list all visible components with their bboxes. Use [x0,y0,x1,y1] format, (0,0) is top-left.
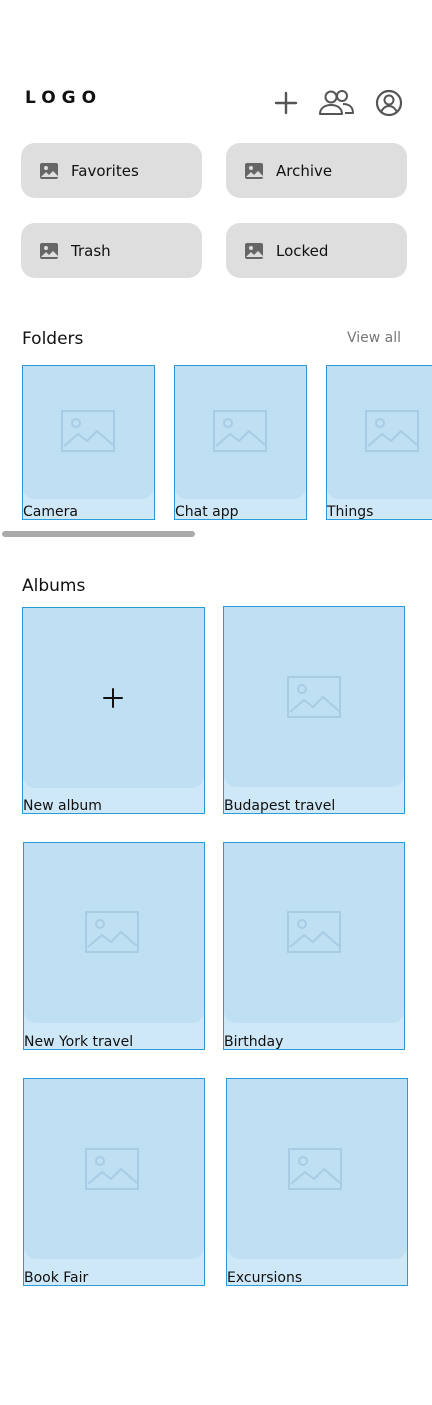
quick-label: Archive [276,161,333,180]
album-card-budapest-travel[interactable]: Budapest travel [223,606,405,814]
quick-locked-button[interactable]: Locked [226,223,407,278]
quick-label: Locked [276,241,329,260]
album-label: Excursions [227,1270,303,1286]
quick-label: Favorites [71,161,139,180]
image-placeholder-icon [287,676,341,718]
image-placeholder-icon [287,911,341,953]
album-card-new-york-travel[interactable]: New York travel [23,842,205,1050]
view-all-link[interactable]: View all [347,330,401,346]
quick-archive-button[interactable]: Archive [226,143,407,198]
folder-thumbnail [23,366,154,499]
horizontal-scrollbar[interactable] [2,531,195,537]
album-label: New York travel [24,1034,134,1050]
album-label: New album [23,798,102,814]
image-icon [245,162,263,179]
image-placeholder-icon [61,410,115,452]
new-album-button[interactable]: New album [22,607,205,814]
album-label: Birthday [224,1034,284,1050]
album-card-book-fair[interactable]: Book Fair [23,1078,205,1286]
folder-card-camera[interactable]: Camera [22,365,155,520]
logo: LOGO [25,88,103,108]
image-placeholder-icon [365,410,419,452]
plus-icon[interactable] [271,88,301,118]
image-placeholder-icon [288,1148,342,1190]
album-thumbnail [23,608,204,788]
folder-label: Chat app [175,504,239,520]
album-card-birthday[interactable]: Birthday [223,842,405,1050]
quick-favorites-button[interactable]: Favorites [21,143,202,198]
image-placeholder-icon [213,410,267,452]
people-icon[interactable] [317,88,355,118]
image-placeholder-icon [85,1148,139,1190]
album-thumbnail [24,843,204,1023]
albums-title: Albums [22,576,86,596]
folder-label: Camera [23,504,78,520]
quick-trash-button[interactable]: Trash [21,223,202,278]
quick-label: Trash [71,241,111,260]
folders-carousel[interactable]: Camera Chat app Things [0,365,432,525]
album-thumbnail [227,1079,407,1259]
folders-title: Folders [22,329,84,349]
album-thumbnail [224,843,404,1023]
folder-thumbnail [175,366,306,499]
album-thumbnail [24,1079,204,1259]
image-placeholder-icon [85,911,139,953]
plus-icon [103,688,123,708]
album-label: Book Fair [24,1270,89,1286]
folder-thumbnail [327,366,432,499]
album-thumbnail [224,607,404,787]
folder-card-things[interactable]: Things [326,365,432,520]
image-icon [40,162,58,179]
album-label: Budapest travel [224,798,336,814]
user-circle-icon[interactable] [374,88,404,118]
image-icon [245,242,263,259]
album-card-excursions[interactable]: Excursions [226,1078,408,1286]
image-icon [40,242,58,259]
folder-label: Things [327,504,374,520]
folder-card-chat-app[interactable]: Chat app [174,365,307,520]
